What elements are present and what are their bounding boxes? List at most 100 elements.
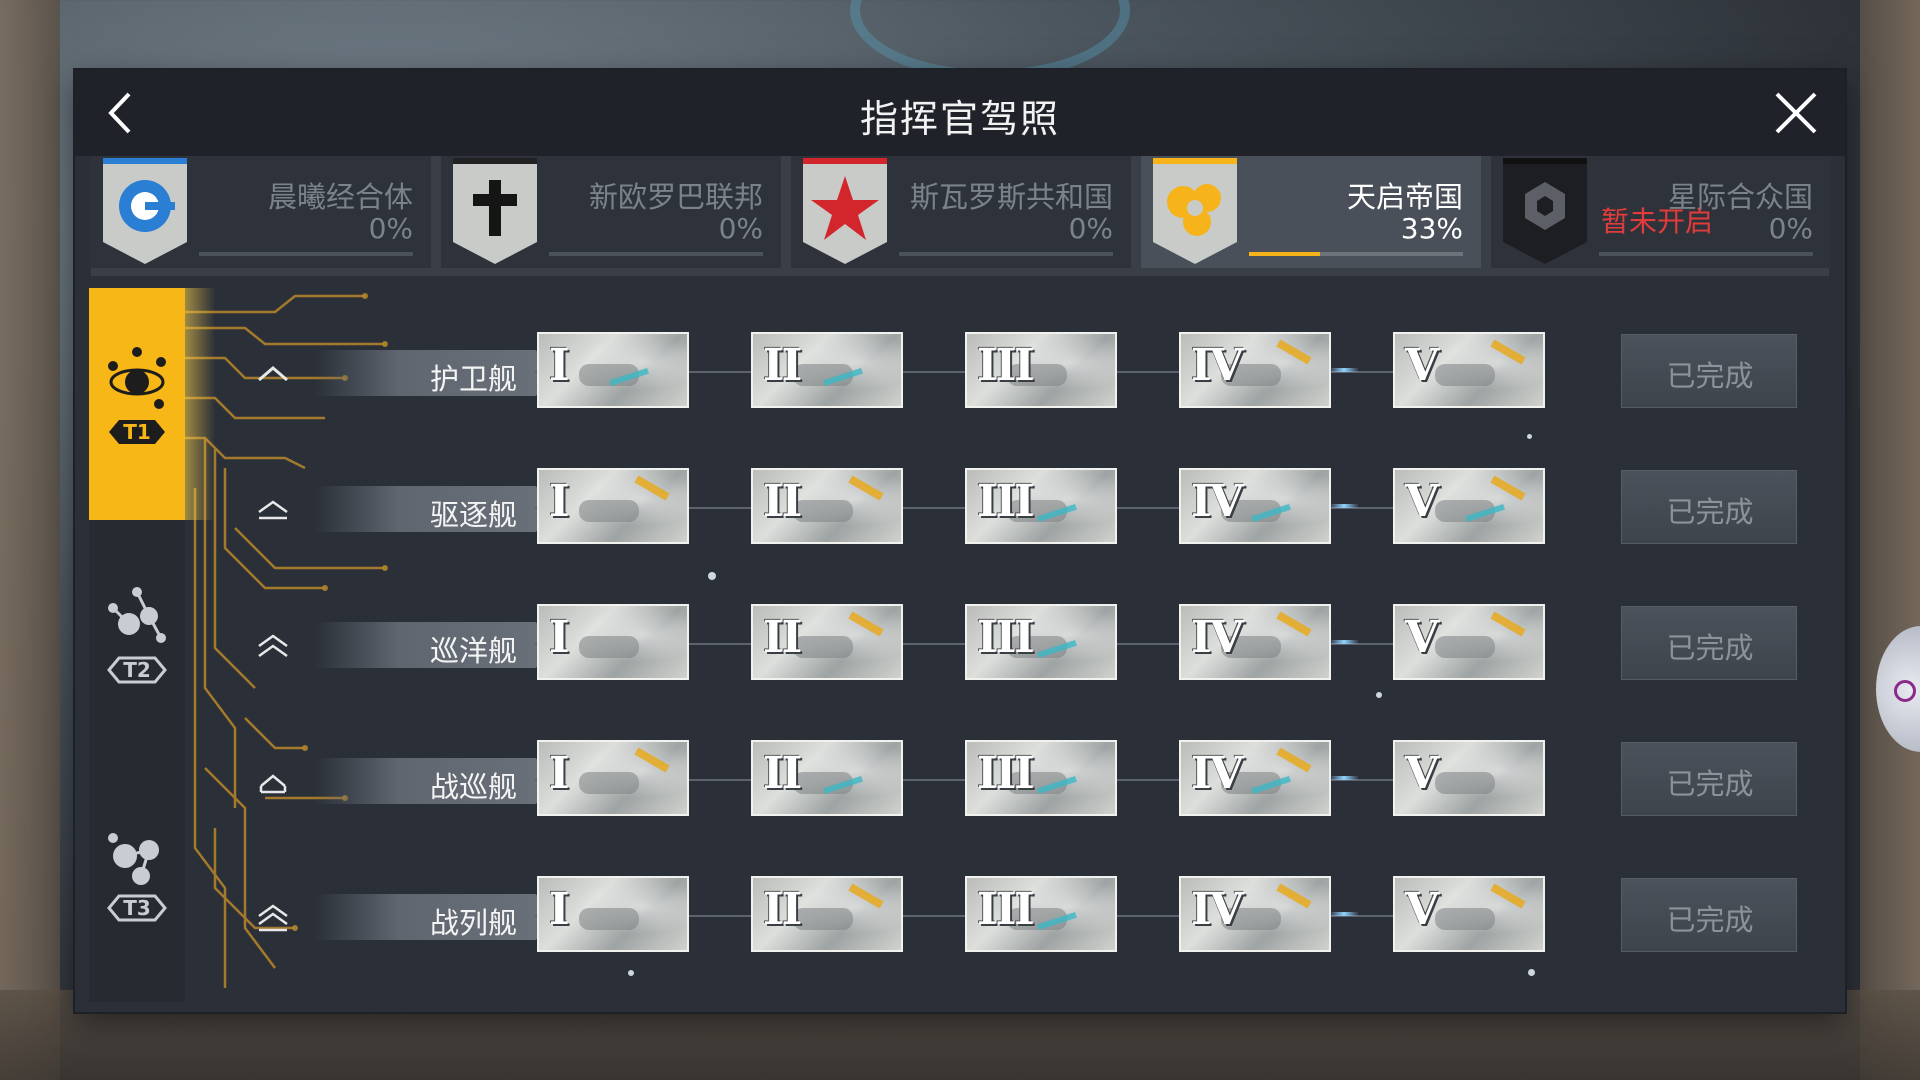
level-card-V[interactable]: V [1393,468,1545,544]
sparkle-particle [708,572,716,580]
ship-class-label[interactable]: 驱逐舰 [315,486,555,532]
page-title: 指挥官驾照 [859,97,1060,141]
completed-label: 已完成 [1666,767,1754,801]
level-card-I[interactable]: I [537,332,689,408]
level-card-I[interactable]: I [537,740,689,816]
level-card-IV[interactable]: IV [1179,876,1359,952]
completed-button[interactable]: 已完成 [1621,334,1797,408]
faction-percent: 0% [718,212,763,245]
level-card-II[interactable]: II [751,604,903,680]
completed-label: 已完成 [1666,359,1754,393]
ship-class-label[interactable]: 战列舰 [315,894,555,940]
completed-button[interactable]: 已完成 [1621,742,1797,816]
level-card-IV[interactable]: IV [1179,604,1359,680]
level-numeral: III [977,340,1035,391]
faction-percent: 0% [1068,212,1113,245]
ship-class-name: 战列舰 [429,906,517,940]
close-button[interactable] [1769,86,1823,140]
level-numeral: V [1405,340,1439,391]
completed-button[interactable]: 已完成 [1621,878,1797,952]
level-card-I[interactable]: I [537,876,689,952]
level-card-III[interactable]: III [965,468,1117,544]
level-numeral: II [763,476,802,527]
faction-tab-0[interactable]: 晨曦经合体 0% [91,156,431,268]
level-card-II[interactable]: II [751,332,903,408]
level-numeral: III [977,748,1035,799]
chevron-up-icon [258,366,288,382]
level-card-V[interactable]: V [1393,332,1545,408]
level-numeral: IV [1191,476,1244,527]
ship-art [793,500,853,522]
ship-row-frigate: 护卫舰 I II III IV V 已完成 [75,332,1845,412]
completed-label: 已完成 [1666,631,1754,665]
ship-class-name: 护卫舰 [429,362,517,396]
level-card-IV[interactable]: IV [1179,468,1359,544]
level-card-I[interactable]: I [537,468,689,544]
level-card-I[interactable]: I [537,604,689,680]
faction-tab-3[interactable]: 天启帝国 33% [1141,156,1481,268]
ship-art-accent [1490,611,1526,637]
level-numeral: IV [1191,748,1244,799]
faction-name: 天启帝国 [1346,180,1463,214]
ship-class-label[interactable]: 战巡舰 [315,758,555,804]
double-chevron-up-icon [258,634,288,658]
red-star-emblem-icon [803,158,887,264]
gold-orbs-emblem-icon [1153,158,1237,264]
faction-name: 星际合众国 [1667,180,1813,214]
level-numeral: II [763,612,802,663]
ship-art-accent [1490,883,1526,909]
level-numeral: V [1405,748,1439,799]
faction-name: 新欧罗巴联邦 [588,180,763,214]
level-numeral: III [977,884,1035,935]
level-numeral: III [977,476,1035,527]
background-ring [850,0,1130,80]
ship-art-accent [634,475,670,501]
ship-class-name: 战巡舰 [429,770,517,804]
level-card-V[interactable]: V [1393,740,1545,816]
ship-class-name: 巡洋舰 [429,634,517,668]
faction-tab-2[interactable]: 斯瓦罗斯共和国 0% [791,156,1131,268]
ship-art [1435,364,1495,386]
ship-class-label[interactable]: 巡洋舰 [315,622,555,668]
ship-class-label[interactable]: 护卫舰 [315,350,555,396]
level-numeral: III [977,612,1035,663]
ship-art [1435,908,1495,930]
ship-art-accent [848,883,884,909]
level-card-III[interactable]: III [965,332,1117,408]
ship-art-accent [848,611,884,637]
sparkle-particle [1528,969,1535,976]
completed-button[interactable]: 已完成 [1621,606,1797,680]
black-hexagon-emblem-icon [1503,158,1587,264]
triple-chevron-up-icon [258,904,288,932]
level-card-IV[interactable]: IV [1179,332,1359,408]
level-card-II[interactable]: II [751,876,903,952]
ship-art-accent [848,475,884,501]
commander-license-panel: 指挥官驾照 晨曦经合体 0% 新欧罗巴联邦 0% 斯瓦罗斯共和国 0% 天启帝国… [75,70,1845,1012]
faction-percent: 0% [1768,212,1813,245]
sparkle-particle [1376,692,1382,698]
completed-button[interactable]: 已完成 [1621,470,1797,544]
background-pillar-left [0,0,60,1080]
faction-progress-track [899,252,1113,256]
completed-label: 已完成 [1666,903,1754,937]
level-numeral: II [763,340,802,391]
blue-circle-emblem-icon [103,158,187,264]
faction-tab-1[interactable]: 新欧罗巴联邦 0% [441,156,781,268]
level-card-III[interactable]: III [965,740,1117,816]
ship-row-battleship: 战列舰 I II III IV V 已完成 [75,876,1845,956]
level-card-II[interactable]: II [751,740,903,816]
faction-percent: 0% [368,212,413,245]
level-numeral: IV [1191,612,1244,663]
faction-tab-4[interactable]: 暂未开启 星际合众国 0% [1491,156,1831,268]
level-card-III[interactable]: III [965,876,1117,952]
level-card-V[interactable]: V [1393,604,1545,680]
level-card-II[interactable]: II [751,468,903,544]
level-card-IV[interactable]: IV [1179,740,1359,816]
ship-art-accent [1276,883,1312,909]
ship-row-cruiser: 巡洋舰 I II III IV V 已完成 [75,604,1845,684]
level-card-V[interactable]: V [1393,876,1545,952]
level-card-III[interactable]: III [965,604,1117,680]
faction-tabs: 晨曦经合体 0% 新欧罗巴联邦 0% 斯瓦罗斯共和国 0% 天启帝国 33% 暂… [91,156,1831,276]
level-numeral: V [1405,884,1439,935]
ship-art [579,772,639,794]
